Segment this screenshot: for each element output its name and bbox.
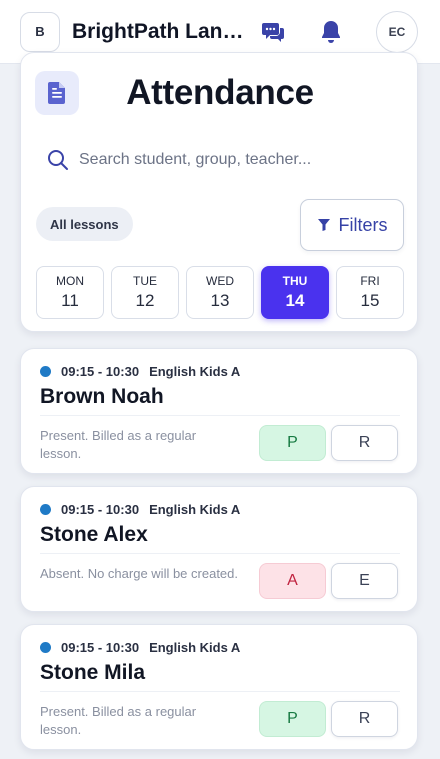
filter-icon xyxy=(317,219,330,231)
lesson-group: English Kids A xyxy=(149,502,241,517)
lesson-group: English Kids A xyxy=(149,640,241,655)
day-mon[interactable]: MON 11 xyxy=(36,266,104,319)
student-name: Stone Mila xyxy=(40,661,146,684)
brand-name: BrightPath Lang... xyxy=(72,19,250,43)
day-number: 15 xyxy=(360,291,380,310)
present-button[interactable]: P xyxy=(259,425,326,461)
day-fri[interactable]: FRI 15 xyxy=(336,266,404,319)
all-lessons-chip[interactable]: All lessons xyxy=(36,207,133,241)
day-tue[interactable]: TUE 12 xyxy=(111,266,179,319)
lesson-group: English Kids A xyxy=(149,364,241,379)
page-title: Attendance xyxy=(126,73,314,112)
day-name: FRI xyxy=(360,274,380,288)
regular-button[interactable]: R xyxy=(331,425,398,461)
absent-button[interactable]: A xyxy=(259,563,326,599)
divider xyxy=(40,415,400,416)
day-name: THU xyxy=(282,274,308,288)
regular-button[interactable]: R xyxy=(331,701,398,737)
student-name: Brown Noah xyxy=(40,385,164,408)
day-number: 14 xyxy=(285,291,305,310)
lesson-meta: 09:15 - 10:30 English Kids A xyxy=(40,364,240,379)
bell-icon[interactable] xyxy=(318,19,344,45)
day-thu[interactable]: THU 14 xyxy=(261,266,329,319)
lesson-card[interactable]: 09:15 - 10:30 English Kids A Brown Noah … xyxy=(20,348,418,474)
day-selector: MON 11 TUE 12 WED 13 THU 14 FRI 15 xyxy=(36,266,404,319)
day-name: TUE xyxy=(133,274,157,288)
user-avatar[interactable]: EC xyxy=(376,10,418,53)
day-wed[interactable]: WED 13 xyxy=(186,266,254,319)
day-number: 12 xyxy=(135,291,155,310)
chat-bubbles-icon[interactable] xyxy=(260,19,286,45)
brand-logo[interactable]: B xyxy=(20,11,60,52)
search-input[interactable] xyxy=(79,151,379,169)
search-icon xyxy=(48,150,68,170)
attendance-note: Absent. No charge will be created. xyxy=(40,566,238,581)
divider xyxy=(40,553,400,554)
lesson-meta: 09:15 - 10:30 English Kids A xyxy=(40,640,240,655)
day-name: MON xyxy=(56,274,84,288)
present-button[interactable]: P xyxy=(259,701,326,737)
status-dot xyxy=(40,504,51,515)
attendance-note: Present. Billed as a regular lesson. xyxy=(40,428,197,461)
day-number: 13 xyxy=(210,291,230,310)
lesson-meta: 09:15 - 10:30 English Kids A xyxy=(40,502,240,517)
excused-button[interactable]: E xyxy=(331,563,398,599)
top-actions: EC xyxy=(260,10,418,53)
student-name: Stone Alex xyxy=(40,523,148,546)
lesson-card[interactable]: 09:15 - 10:30 English Kids A Stone Mila … xyxy=(20,624,418,750)
day-number: 11 xyxy=(61,291,79,310)
lesson-time: 09:15 - 10:30 xyxy=(61,640,140,655)
attendance-header-card: Attendance All lessons Filters MON 11 TU… xyxy=(20,52,418,332)
lesson-time: 09:15 - 10:30 xyxy=(61,364,140,379)
day-name: WED xyxy=(206,274,234,288)
status-dot xyxy=(40,642,51,653)
lesson-card[interactable]: 09:15 - 10:30 English Kids A Stone Alex … xyxy=(20,486,418,612)
lesson-time: 09:15 - 10:30 xyxy=(61,502,140,517)
attendance-note: Present. Billed as a regular lesson. xyxy=(40,704,197,737)
divider xyxy=(40,691,400,692)
status-dot xyxy=(40,366,51,377)
filters-label: Filters xyxy=(338,214,388,235)
search-bar xyxy=(47,147,397,173)
filters-button[interactable]: Filters xyxy=(300,199,404,251)
